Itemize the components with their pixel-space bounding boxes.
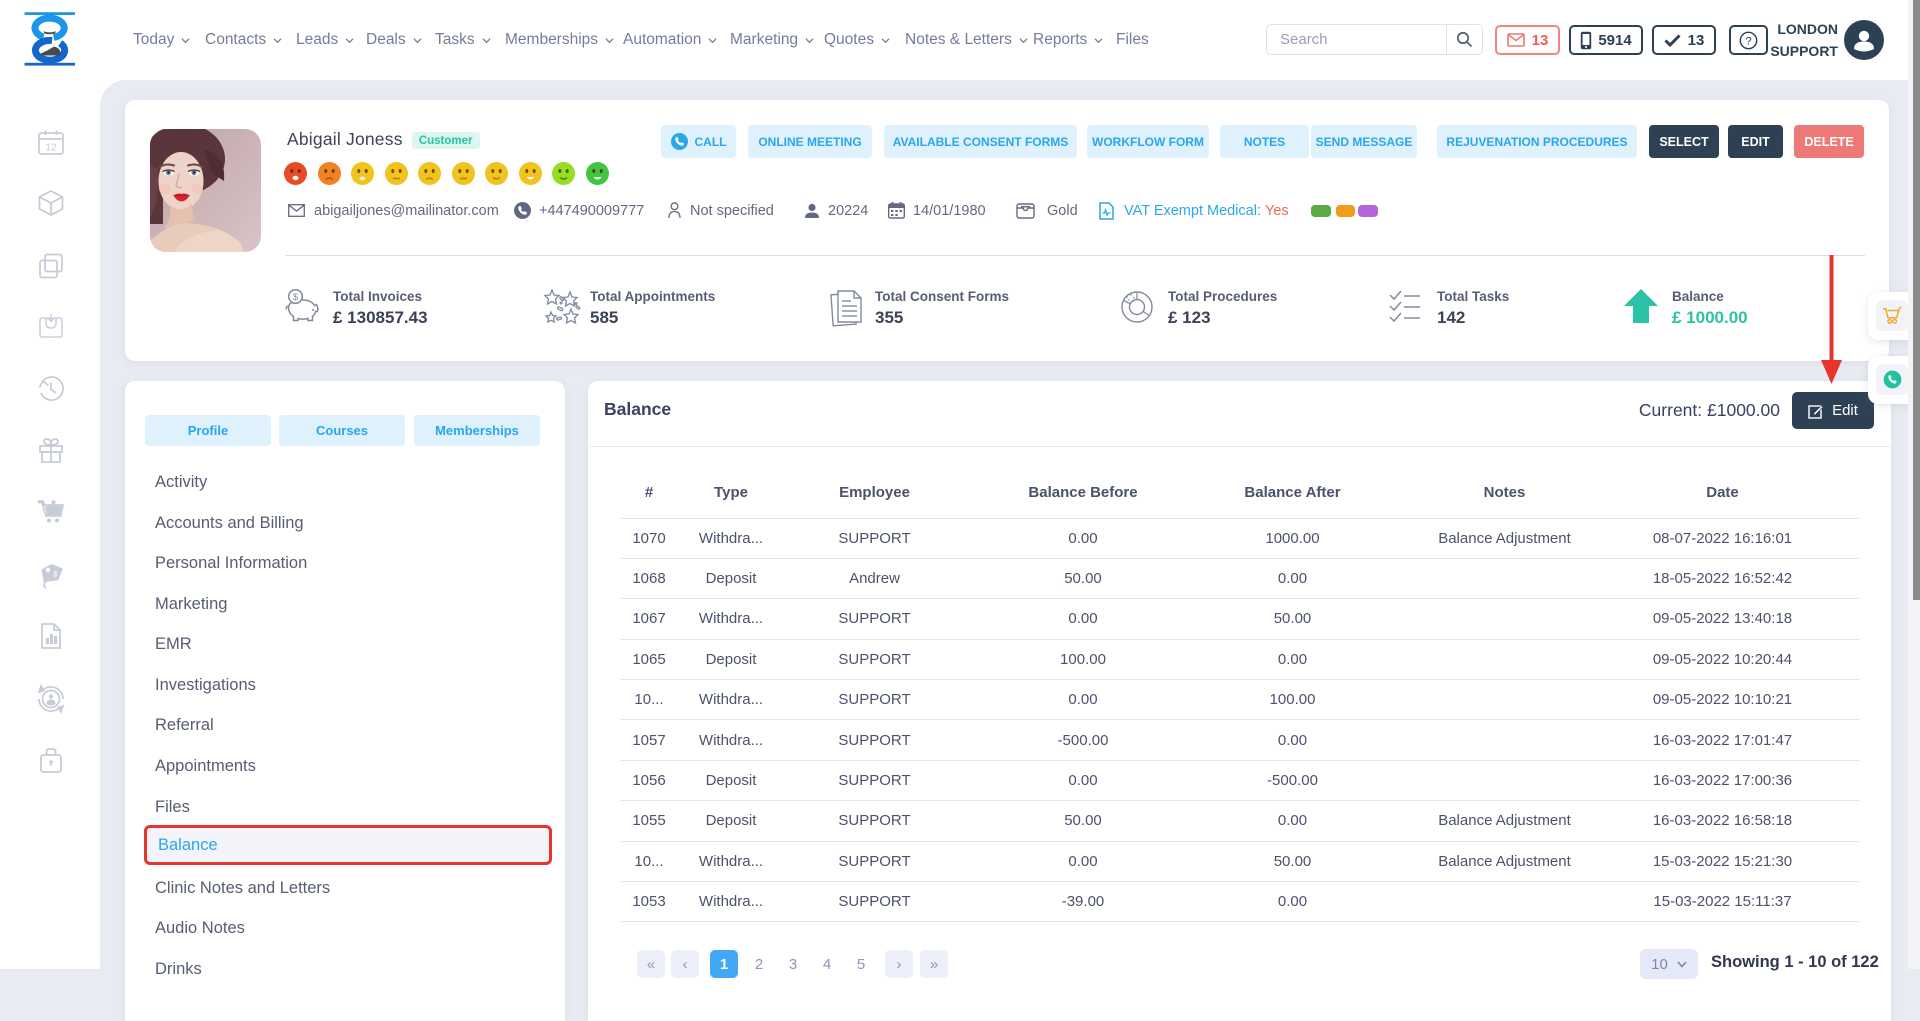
svg-text:$: $ — [293, 292, 298, 302]
svg-text:12: 12 — [45, 142, 57, 154]
svg-text:?: ? — [1745, 35, 1751, 47]
